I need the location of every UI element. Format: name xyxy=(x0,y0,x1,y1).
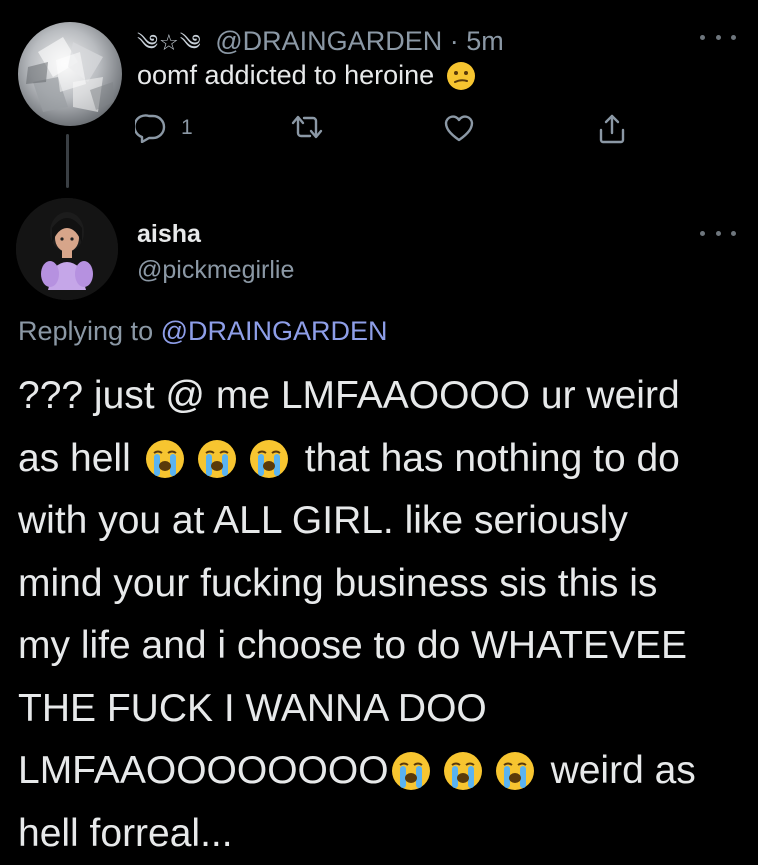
text-line-7a: LMFAAOOOOOOOO xyxy=(18,740,389,803)
confused-face-emoji xyxy=(446,61,476,91)
loudly-crying-face-emoji xyxy=(197,439,237,479)
loudly-crying-face-emoji xyxy=(391,751,431,791)
text-line: mind your fucking business sis this is xyxy=(18,553,753,616)
loudly-crying-face-emoji xyxy=(443,751,483,791)
text-line: hell forreal... xyxy=(18,803,753,865)
text-line-2a: as hell xyxy=(18,428,131,491)
emoji-group xyxy=(391,751,535,791)
retweet-icon xyxy=(290,113,324,141)
time-separator: · xyxy=(450,26,459,56)
loudly-crying-face-emoji xyxy=(145,439,185,479)
like-button[interactable] xyxy=(443,113,475,143)
text-line: as hell that has nothing to do xyxy=(18,428,753,491)
avatar-draingarden[interactable] xyxy=(18,22,122,126)
tweet1-time[interactable]: 5m xyxy=(466,26,504,56)
retweet-button[interactable] xyxy=(290,113,324,141)
text-line: THE FUCK I WANNA DOO xyxy=(18,678,753,741)
text-line: LMFAAOOOOOOOO weird as xyxy=(18,740,753,803)
text-line-2b: that has nothing to do xyxy=(305,428,680,491)
text-line-1: ??? just @ me LMFAAOOOO ur weird xyxy=(18,365,680,428)
replying-prefix: Replying to xyxy=(18,316,153,346)
text-line-4: mind your fucking business sis this is xyxy=(18,553,657,616)
user-handle[interactable]: @pickmegirlie xyxy=(137,256,294,285)
reply-count: 1 xyxy=(181,116,193,140)
tweet2-text: ??? just @ me LMFAAOOOO ur weird as hell… xyxy=(18,365,753,865)
more-icon[interactable] xyxy=(700,228,736,238)
text-line-3: with you at ALL GIRL. like seriously xyxy=(18,490,628,553)
text-line-8: hell forreal... xyxy=(18,803,233,865)
text-line-5: my life and i choose to do WHATEVEE xyxy=(18,615,687,678)
loudly-crying-face-emoji xyxy=(249,439,289,479)
loudly-crying-face-emoji xyxy=(495,751,535,791)
text-line: ??? just @ me LMFAAOOOO ur weird xyxy=(18,365,753,428)
name-decoration: ༄☆༄ xyxy=(137,30,202,55)
text-line: with you at ALL GIRL. like seriously xyxy=(18,490,753,553)
replying-mention-link[interactable]: @DRAINGARDEN xyxy=(161,316,388,346)
reply-button[interactable]: 1 xyxy=(135,113,193,143)
more-icon[interactable] xyxy=(700,32,736,42)
text-line-6: THE FUCK I WANNA DOO xyxy=(18,678,487,741)
avatar-pickmegirlie[interactable] xyxy=(16,198,118,300)
thread-connector-line xyxy=(66,134,69,188)
text-line: my life and i choose to do WHATEVEE xyxy=(18,615,753,678)
text-line-7b: weird as xyxy=(551,740,696,803)
replying-to: Replying to @DRAINGARDEN xyxy=(18,316,388,347)
comment-icon xyxy=(135,113,167,143)
heart-icon xyxy=(443,113,475,143)
share-icon xyxy=(597,113,627,145)
tweet1-text-content: oomf addicted to heroine xyxy=(137,60,434,91)
share-button[interactable] xyxy=(597,113,627,145)
emoji-group xyxy=(145,439,289,479)
display-name[interactable]: aisha xyxy=(137,220,201,249)
tweet1-handle[interactable]: @DRAINGARDEN xyxy=(215,26,442,56)
tweet1-text: oomf addicted to heroine xyxy=(137,60,476,91)
